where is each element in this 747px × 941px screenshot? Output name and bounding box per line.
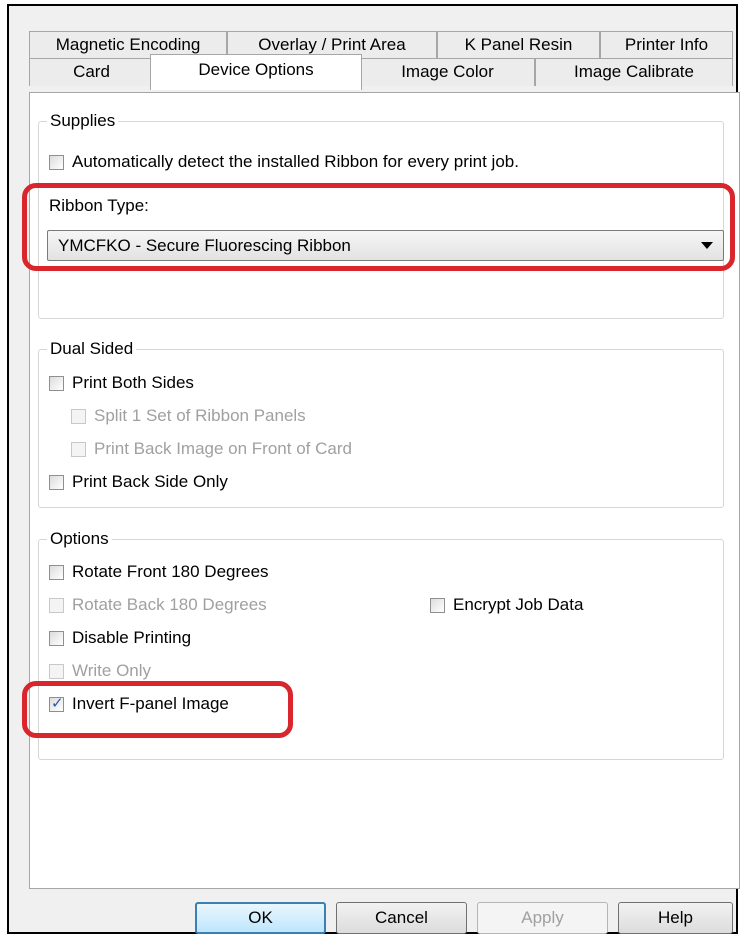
auto-detect-label: Automatically detect the installed Ribbo… bbox=[72, 152, 519, 171]
write-only-label: Write Only bbox=[72, 661, 152, 680]
tab-card[interactable]: Card bbox=[29, 58, 154, 86]
tab-image-calibrate[interactable]: Image Calibrate bbox=[535, 58, 733, 86]
write-only-checkbox[interactable] bbox=[49, 663, 64, 679]
help-button[interactable]: Help bbox=[618, 902, 733, 934]
encrypt-job-checkbox[interactable] bbox=[430, 597, 445, 613]
rotate-back-row[interactable]: Rotate Back 180 Degrees bbox=[49, 593, 267, 617]
rotate-front-checkbox[interactable] bbox=[49, 564, 64, 580]
print-both-sides-label: Print Both Sides bbox=[72, 373, 194, 392]
print-back-only-label: Print Back Side Only bbox=[72, 472, 228, 491]
rotate-back-label: Rotate Back 180 Degrees bbox=[72, 595, 267, 614]
print-both-sides-row[interactable]: Print Both Sides bbox=[49, 371, 194, 395]
print-back-on-front-checkbox[interactable] bbox=[71, 441, 86, 457]
ribbon-type-label: Ribbon Type: bbox=[49, 194, 149, 218]
split-panels-checkbox[interactable] bbox=[71, 408, 86, 424]
tab-device-options[interactable]: Device Options bbox=[150, 54, 362, 90]
dual-sided-legend: Dual Sided bbox=[47, 339, 137, 359]
write-only-row[interactable]: Write Only bbox=[49, 659, 151, 683]
split-panels-label: Split 1 Set of Ribbon Panels bbox=[94, 406, 306, 425]
print-back-only-checkbox[interactable] bbox=[49, 474, 64, 490]
ribbon-type-dropdown[interactable]: YMCFKO - Secure Fluorescing Ribbon bbox=[47, 230, 724, 261]
invert-fpanel-row[interactable]: Invert F-panel Image bbox=[49, 692, 229, 716]
ok-button[interactable]: OK bbox=[195, 902, 326, 934]
print-back-only-row[interactable]: Print Back Side Only bbox=[49, 470, 228, 494]
tab-k-panel-resin[interactable]: K Panel Resin bbox=[437, 31, 600, 59]
cancel-button[interactable]: Cancel bbox=[336, 902, 467, 934]
disable-printing-label: Disable Printing bbox=[72, 628, 192, 647]
encrypt-job-row[interactable]: Encrypt Job Data bbox=[430, 593, 583, 617]
apply-button[interactable]: Apply bbox=[477, 902, 608, 934]
disable-printing-row[interactable]: Disable Printing bbox=[49, 626, 191, 650]
print-both-sides-checkbox[interactable] bbox=[49, 375, 64, 391]
split-panels-row[interactable]: Split 1 Set of Ribbon Panels bbox=[71, 404, 306, 428]
ribbon-type-value: YMCFKO - Secure Fluorescing Ribbon bbox=[58, 235, 351, 255]
tab-image-color[interactable]: Image Color bbox=[360, 58, 535, 86]
device-options-panel: Supplies Automatically detect the instal… bbox=[22, 92, 740, 889]
invert-fpanel-label: Invert F-panel Image bbox=[72, 694, 229, 713]
encrypt-job-label: Encrypt Job Data bbox=[453, 595, 584, 614]
options-legend: Options bbox=[47, 529, 112, 549]
dialog-window: Magnetic Encoding Overlay / Print Area K… bbox=[7, 4, 740, 934]
supplies-legend: Supplies bbox=[47, 111, 119, 131]
rotate-back-checkbox[interactable] bbox=[49, 597, 64, 613]
auto-detect-ribbon-row[interactable]: Automatically detect the installed Ribbo… bbox=[49, 150, 519, 174]
rotate-front-label: Rotate Front 180 Degrees bbox=[72, 562, 269, 581]
ribbon-type-text: Ribbon Type: bbox=[49, 196, 149, 215]
print-back-on-front-label: Print Back Image on Front of Card bbox=[94, 439, 352, 458]
invert-fpanel-checkbox[interactable] bbox=[49, 694, 64, 712]
disable-printing-checkbox[interactable] bbox=[49, 630, 64, 646]
tab-printer-info[interactable]: Printer Info bbox=[600, 31, 733, 59]
dropdown-arrow-icon[interactable] bbox=[701, 242, 713, 249]
auto-detect-checkbox[interactable] bbox=[49, 154, 64, 170]
print-back-on-front-row[interactable]: Print Back Image on Front of Card bbox=[71, 437, 352, 461]
rotate-front-row[interactable]: Rotate Front 180 Degrees bbox=[49, 560, 269, 584]
